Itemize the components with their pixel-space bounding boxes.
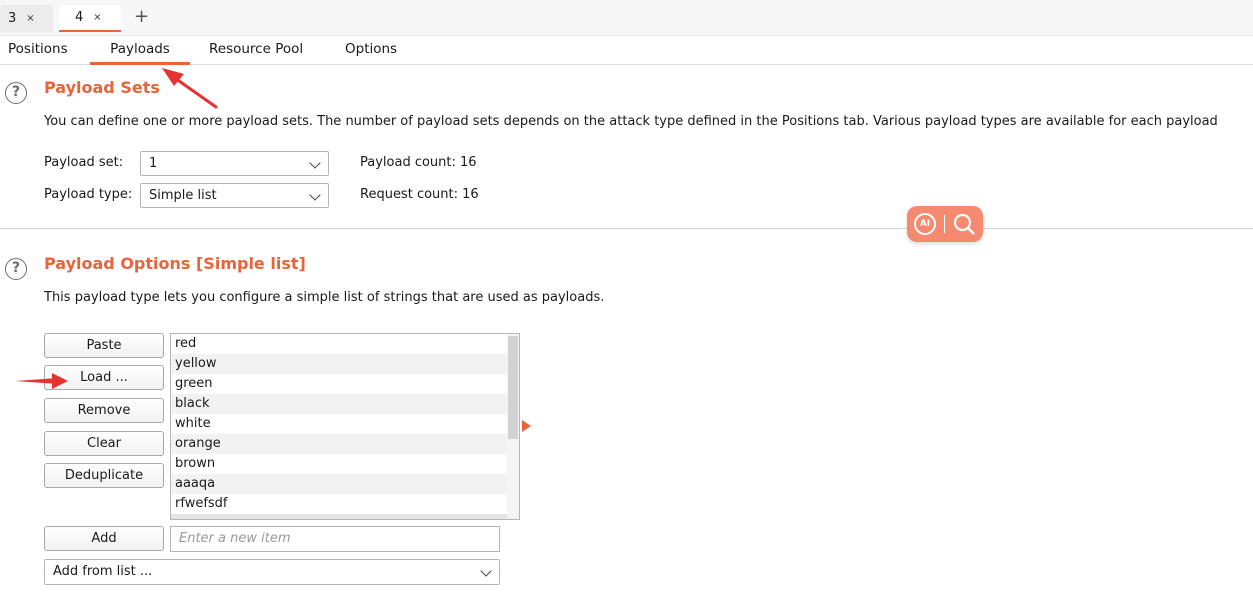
close-icon[interactable]: ×	[26, 13, 34, 24]
horizontal-scrollbar[interactable]	[171, 514, 507, 519]
tab-label: 3	[8, 11, 17, 26]
list-item[interactable]: white	[171, 414, 507, 434]
payload-set-value: 1	[149, 156, 158, 171]
intruder-subtabs: Positions Payloads Resource Pool Options	[0, 36, 1253, 65]
payload-sets-description: You can define one or more payload sets.…	[44, 114, 1218, 129]
new-item-input[interactable]: Enter a new item	[170, 526, 500, 552]
tab-label: 4	[75, 10, 84, 25]
list-item[interactable]: yellow	[171, 354, 507, 374]
ai-icon[interactable]: AI	[914, 213, 936, 235]
widget-divider	[944, 215, 945, 233]
annotation-arrow-icon	[162, 68, 218, 109]
attack-tab-4[interactable]: 4 ×	[59, 5, 121, 32]
chevron-down-icon	[309, 157, 321, 169]
tab-payloads[interactable]: Payloads	[90, 40, 190, 65]
payload-type-value: Simple list	[149, 188, 217, 203]
payload-count: Payload count: 16	[360, 155, 477, 170]
paste-button[interactable]: Paste	[44, 333, 164, 358]
list-item[interactable]: rfwefsdf	[171, 494, 507, 514]
list-item[interactable]: black	[171, 394, 507, 414]
list-item[interactable]: green	[171, 374, 507, 394]
vertical-scrollbar[interactable]	[507, 334, 519, 519]
clear-button[interactable]: Clear	[44, 431, 164, 456]
payload-options-description: This payload type lets you configure a s…	[44, 290, 605, 305]
close-icon[interactable]: ×	[93, 12, 101, 23]
load-button[interactable]: Load ...	[44, 365, 164, 390]
payload-options-title: Payload Options [Simple list]	[44, 254, 306, 273]
list-item[interactable]: brown	[171, 454, 507, 474]
new-tab-plus-icon[interactable]: +	[134, 7, 149, 27]
payload-set-label: Payload set:	[44, 155, 124, 170]
tab-resource-pool[interactable]: Resource Pool	[209, 40, 303, 65]
remove-button[interactable]: Remove	[44, 398, 164, 423]
attack-tab-strip: 3 × 4 × +	[0, 0, 1253, 36]
list-item[interactable]: orange	[171, 434, 507, 454]
request-count: Request count: 16	[360, 187, 479, 202]
payload-type-label: Payload type:	[44, 187, 133, 202]
add-from-list-select[interactable]: Add from list ...	[44, 559, 500, 585]
list-item[interactable]: red	[171, 334, 507, 354]
payload-type-select[interactable]: Simple list	[140, 183, 329, 208]
deduplicate-button[interactable]: Deduplicate	[44, 463, 164, 488]
add-button[interactable]: Add	[44, 526, 164, 551]
section-divider	[0, 228, 1253, 229]
payload-sets-title: Payload Sets	[44, 78, 160, 97]
payload-set-select[interactable]: 1	[140, 151, 329, 176]
search-icon[interactable]	[952, 212, 976, 236]
tab-positions[interactable]: Positions	[8, 40, 68, 65]
scrollbar-thumb[interactable]	[508, 336, 518, 439]
payload-list[interactable]: red yellow green black white orange brow…	[170, 333, 520, 520]
help-icon[interactable]: ?	[5, 82, 27, 104]
tab-options[interactable]: Options	[345, 40, 397, 65]
add-from-list-value: Add from list ...	[53, 564, 153, 579]
attack-tab-3[interactable]: 3 ×	[0, 5, 53, 32]
chevron-down-icon	[309, 189, 321, 201]
ai-search-widget[interactable]: AI	[907, 206, 983, 242]
chevron-down-icon	[480, 565, 492, 577]
list-item[interactable]: aaaqa	[171, 474, 507, 494]
expand-arrow-icon[interactable]	[522, 420, 531, 432]
help-icon[interactable]: ?	[5, 258, 27, 280]
